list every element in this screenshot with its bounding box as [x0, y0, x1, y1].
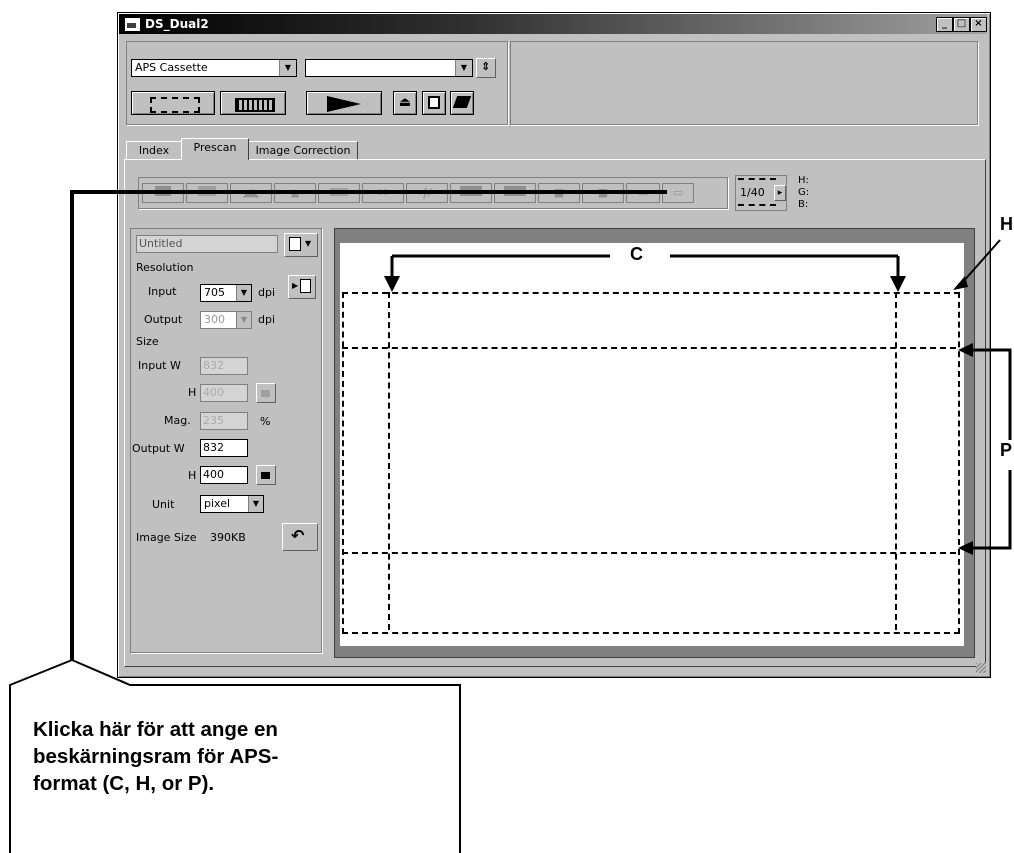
callout-line: format (C, H, or P).: [33, 772, 215, 795]
callout-text: Klicka här för att ange en beskärningsra…: [33, 716, 453, 797]
annotation-c-label: C: [630, 244, 643, 264]
annotation-p-label: P: [1000, 440, 1013, 460]
tab-prescan[interactable]: Prescan: [181, 138, 249, 160]
annotation-h-label: H: [1000, 214, 1013, 234]
callout-line: Klicka här för att ange en: [33, 718, 278, 741]
callout-line: beskärningsram för APS-: [33, 745, 279, 768]
